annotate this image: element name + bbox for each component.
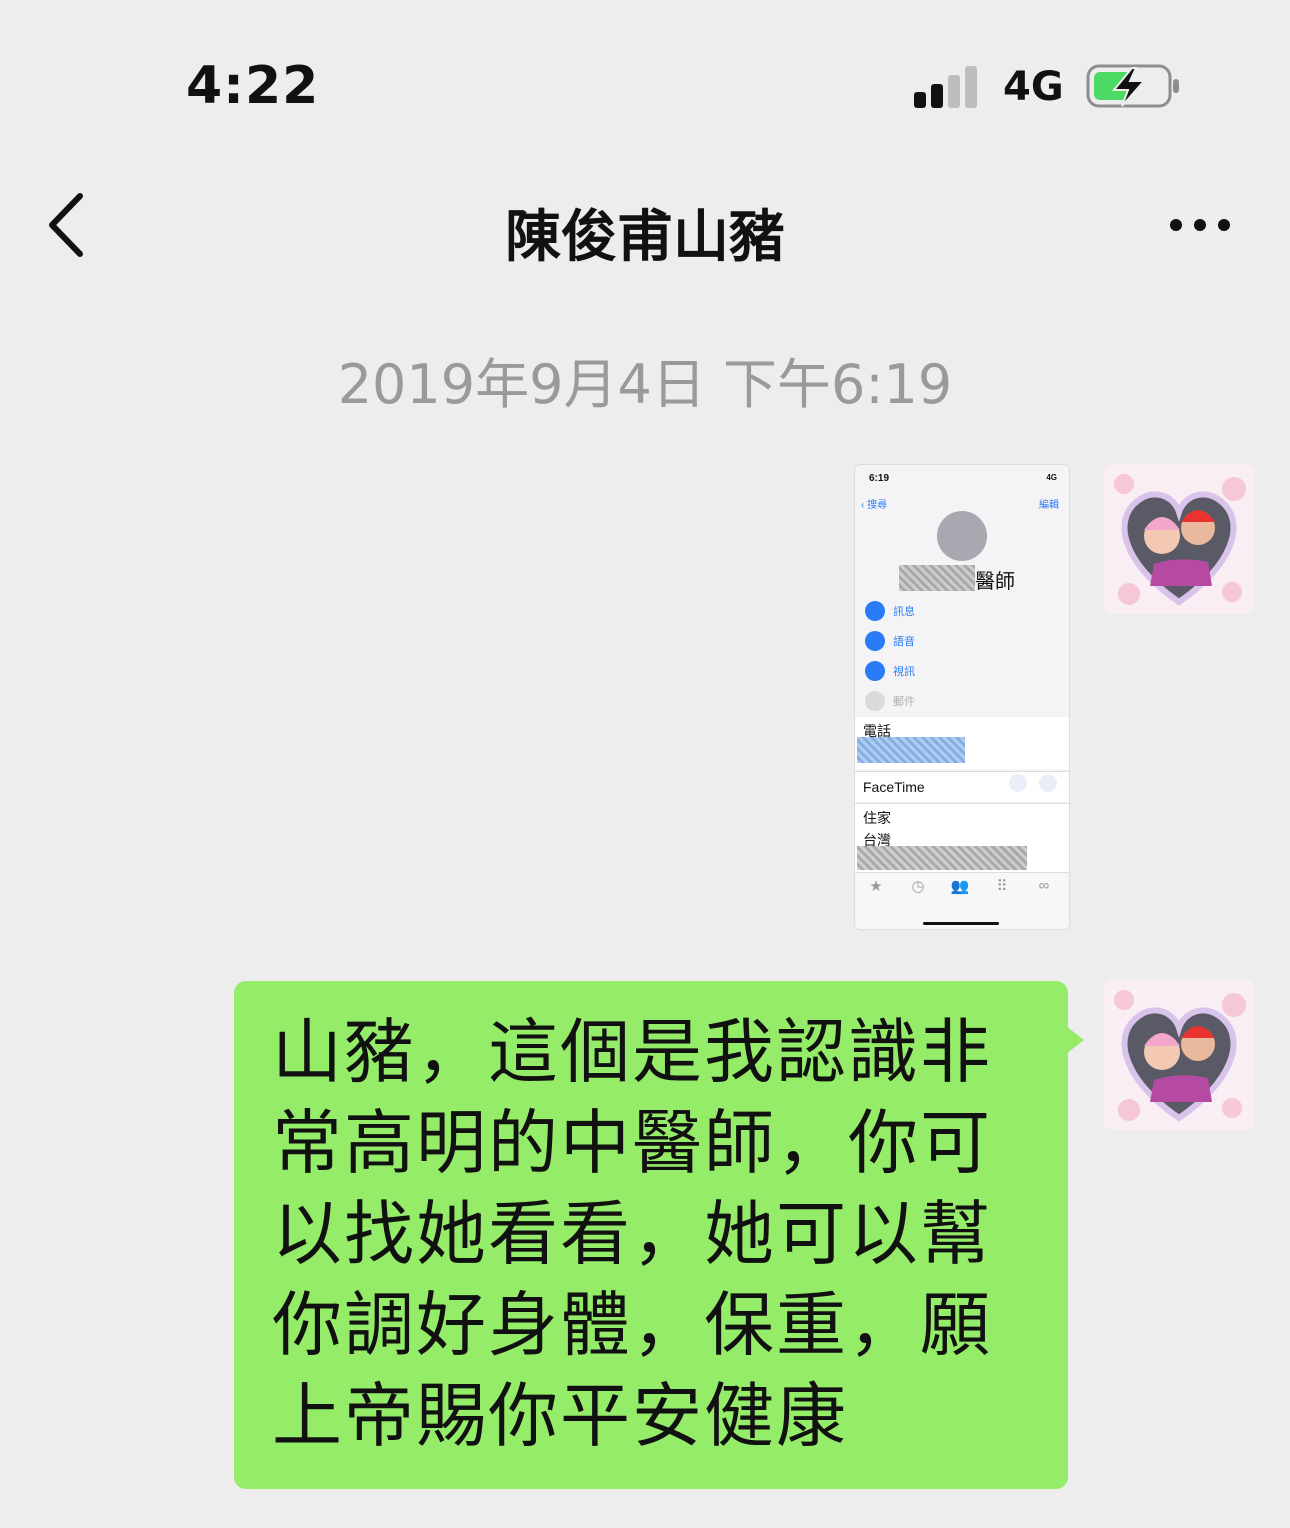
screenshot-phone-card: 電話 [855, 717, 1069, 769]
screenshot-action-video: 視訊 [865, 661, 915, 681]
mail-icon [865, 691, 885, 711]
chat-header: 陳俊甫山豬 [0, 150, 1290, 295]
screenshot-action-voice-label: 語音 [893, 636, 915, 648]
avatar[interactable] [1104, 464, 1254, 614]
facetime-video-icon [1009, 774, 1027, 792]
home-indicator [923, 922, 999, 925]
image-message[interactable]: 6:19 4G ‹ 搜尋 編輯 醫師 訊息 語音 視訊 郵件 電話 FaceTi… [854, 464, 1070, 930]
phone-icon [865, 631, 885, 651]
screenshot-back-label: 搜尋 [867, 500, 888, 511]
keypad-icon: ⠿ [996, 878, 1008, 895]
status-bar: 4:22 4G [0, 0, 1290, 150]
screenshot-home-label: 住家 [863, 810, 891, 826]
screenshot-tab-bar: ★ ◷ 👥 ⠿ ∞ [855, 872, 1069, 929]
facetime-audio-icon [1039, 774, 1057, 792]
bubble-tail [1066, 1026, 1084, 1054]
screenshot-status-network: 4G [1046, 473, 1057, 482]
screenshot-contact-avatar [937, 511, 987, 561]
screenshot-facetime-card: FaceTime [855, 771, 1069, 802]
message-timestamp: 2019年9月4日 下午6:19 [337, 353, 953, 416]
heart-frame-photo-icon [1104, 464, 1254, 614]
screenshot-action-message: 訊息 [865, 601, 915, 621]
screenshot-action-video-label: 視訊 [893, 666, 915, 678]
chat-title: 陳俊甫山豬 [505, 205, 785, 270]
avatar[interactable] [1104, 980, 1254, 1130]
screenshot-action-mail-label: 郵件 [893, 696, 915, 708]
redacted-name [899, 565, 975, 591]
status-time: 4:22 [186, 56, 320, 116]
more-dots-icon[interactable] [1160, 210, 1240, 240]
heart-frame-photo-icon [1104, 980, 1254, 1130]
screenshot-action-mail: 郵件 [865, 691, 915, 711]
contacts-icon: 👥 [950, 878, 970, 895]
video-icon [865, 661, 885, 681]
screenshot-contact-name: 醫師 [975, 571, 1015, 593]
clock-icon: ◷ [911, 878, 925, 895]
screenshot-address-card: 住家 台灣 [855, 803, 1069, 874]
voicemail-icon: ∞ [1038, 877, 1050, 894]
screenshot-edit-link: 編輯 [1039, 500, 1059, 511]
text-message-bubble[interactable]: 山豬，這個是我認識非常高明的中醫師，你可以找她看看，她可以幫你調好身體，保重，願… [234, 981, 1068, 1489]
screenshot-status-time: 6:19 [869, 473, 890, 484]
network-type: 4G [1003, 64, 1064, 110]
screenshot-action-voice: 語音 [865, 631, 915, 651]
redacted-address [857, 846, 1027, 870]
screenshot-facetime-label: FaceTime [863, 779, 925, 795]
star-icon: ★ [869, 878, 883, 895]
cellular-signal-icon [914, 66, 977, 108]
redacted-phone [857, 737, 965, 763]
battery-charging-icon [1086, 64, 1179, 108]
screenshot-back-link: ‹ 搜尋 [861, 500, 888, 511]
message-bubble-icon [865, 601, 885, 621]
screenshot-action-message-label: 訊息 [893, 606, 915, 618]
